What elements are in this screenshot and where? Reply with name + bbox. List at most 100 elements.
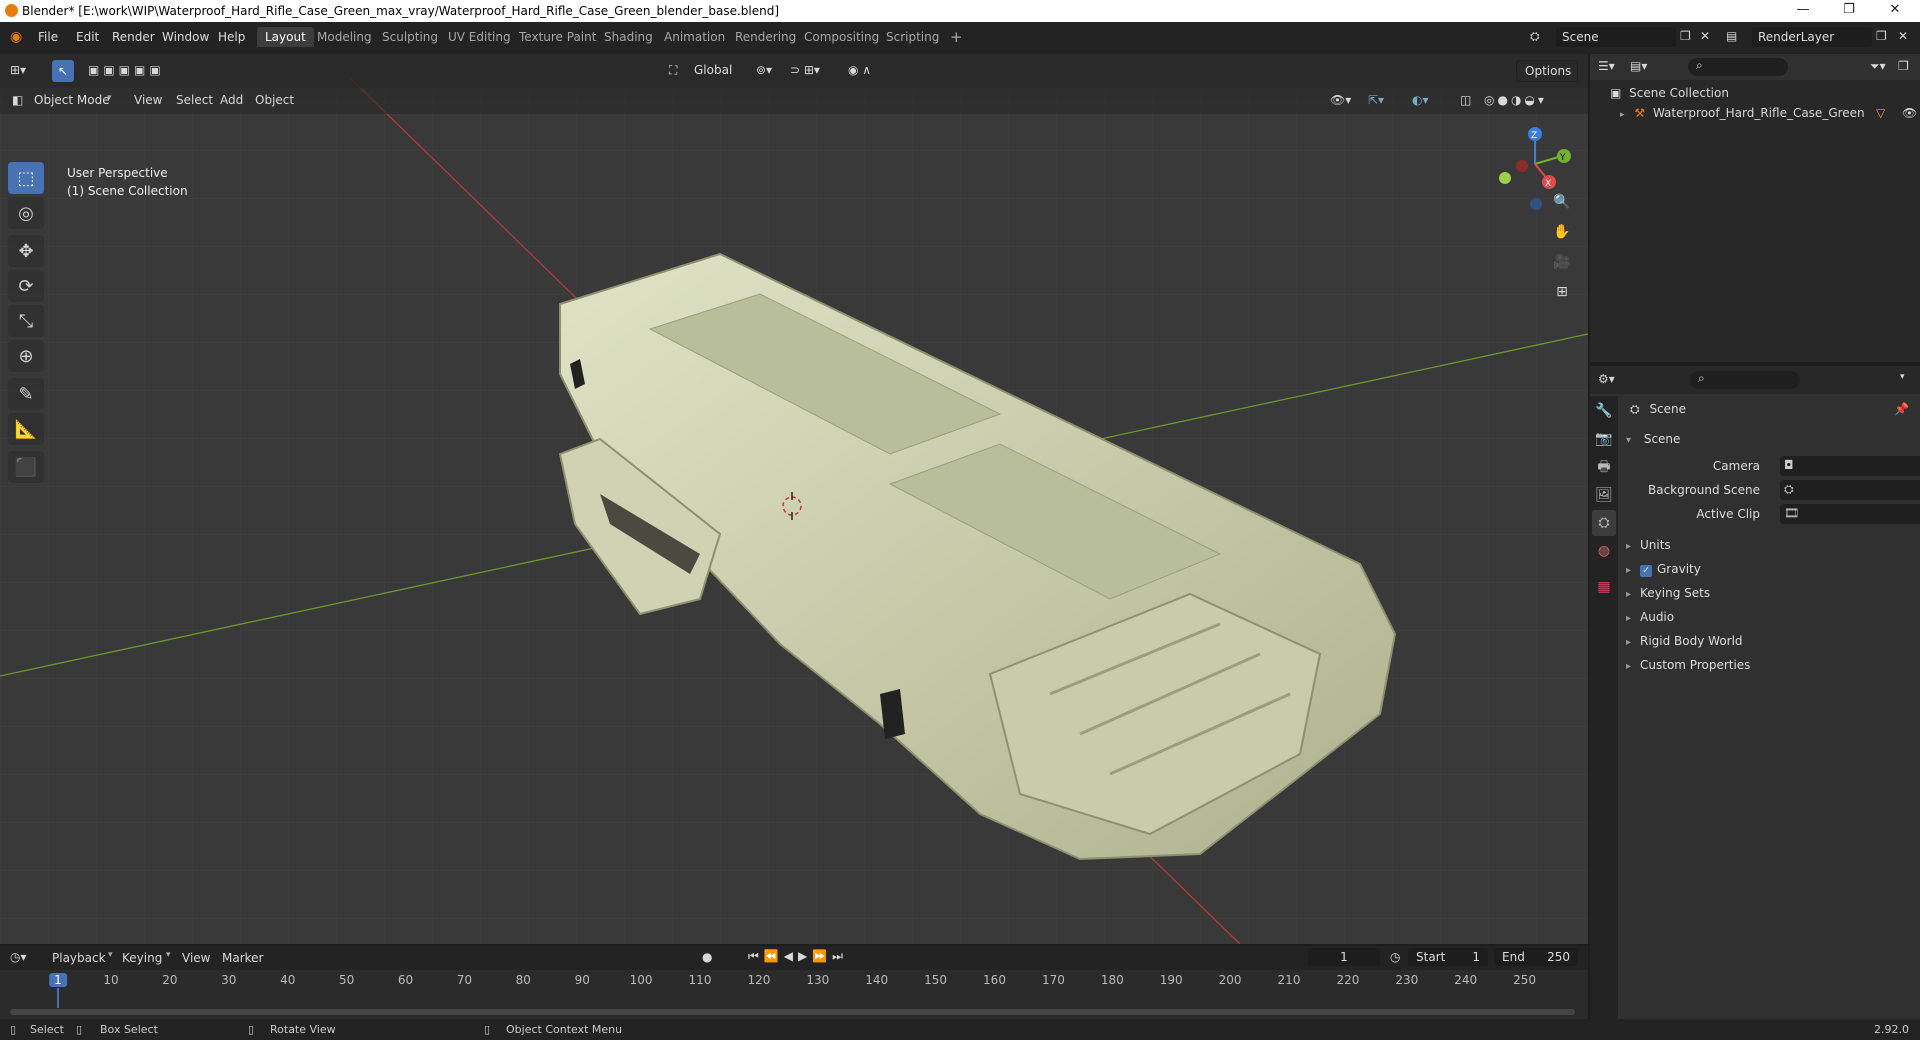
units-panel-header[interactable]: ▸ Units — [1626, 538, 1910, 560]
timeline-scrollbar[interactable] — [10, 1009, 1575, 1015]
transform-tool-icon[interactable]: ⊕ — [8, 340, 44, 372]
new-scene-icon[interactable]: ❐ — [1680, 29, 1691, 43]
tab-compositing[interactable]: Compositing — [796, 27, 887, 47]
scale-tool-icon[interactable]: ⤡ — [8, 305, 44, 337]
select-mode-icon[interactable]: ↖ — [52, 60, 74, 82]
keying-sets-panel-header[interactable]: ▸ Keying Sets — [1626, 586, 1910, 608]
tab-layout[interactable]: Layout — [257, 27, 314, 47]
tab-scripting[interactable]: Scripting — [878, 27, 947, 47]
view-layer-tab-icon[interactable]: 🖼 — [1592, 482, 1616, 508]
add-cube-tool-icon[interactable]: ⬛ — [8, 451, 44, 483]
filter-icon[interactable]: ⏷▾ — [1870, 59, 1886, 74]
outliner-editor-type-icon[interactable]: ☰▾ — [1598, 59, 1615, 73]
frame-ruler[interactable]: 1 10 20 30 40 50 60 70 80 90 100 110 120 130 140 150 160… — [0, 970, 1588, 1008]
cursor-tool-icon[interactable]: ◎ — [8, 197, 44, 229]
gravity-panel-header[interactable]: ▸ ✓ Gravity — [1626, 562, 1910, 584]
camera-view-icon[interactable]: 🎥 — [1550, 254, 1574, 284]
render-layer-icon[interactable]: ▤ — [1726, 29, 1737, 43]
current-frame-field[interactable]: 1 — [1308, 948, 1380, 966]
rigid-body-world-panel-header[interactable]: ▸ Rigid Body World — [1626, 634, 1910, 656]
xray-icon[interactable]: ◫ — [1460, 93, 1471, 107]
3d-viewport[interactable]: ⊞▾ ↖ ▣▣▣▣▣ ⛶ Global ⊚▾ ⊃ ⊞▾ ◉ ∧ Options … — [0, 54, 1588, 944]
overlay-toggle-icon[interactable]: ◐▾ — [1412, 93, 1429, 107]
proportional-edit-icon[interactable]: ◉ ∧ — [848, 63, 871, 77]
texture-tab-icon[interactable]: ▦ — [1592, 574, 1616, 600]
pin-icon[interactable]: 📌 — [1894, 402, 1909, 416]
timeline-menu-view[interactable]: View — [182, 951, 210, 965]
viewport-menu-add[interactable]: Add — [220, 93, 243, 107]
custom-properties-panel-header[interactable]: ▸ Custom Properties — [1626, 658, 1910, 680]
scene-panel-header[interactable]: ▾ Scene — [1626, 432, 1910, 454]
camera-field[interactable]: ◘ ✎ — [1780, 456, 1920, 476]
tab-shading[interactable]: Shading — [596, 27, 661, 47]
tab-sculpting[interactable]: Sculpting — [374, 27, 446, 47]
output-tab-icon[interactable]: 🖶 — [1592, 454, 1616, 480]
end-frame-field[interactable]: End 250 — [1494, 948, 1578, 966]
new-collection-icon[interactable]: ❐ — [1898, 59, 1909, 73]
tab-animation[interactable]: Animation — [656, 27, 733, 47]
restore-icon[interactable]: ❐ — [1826, 2, 1872, 17]
scene-tab-icon[interactable]: ⛭ — [1592, 510, 1616, 536]
timeline-menu-keying[interactable]: Keying — [122, 951, 162, 965]
properties-options-icon[interactable]: ▾ — [1900, 372, 1905, 382]
outliner-search-input[interactable]: ⌕ — [1688, 58, 1788, 76]
pan-hand-icon[interactable]: ✋ — [1550, 224, 1574, 254]
transform-orientation-dropdown[interactable]: Global — [686, 60, 746, 82]
timeline-menu-playback[interactable]: Playback — [52, 951, 106, 965]
render-tab-icon[interactable]: 📷 — [1592, 426, 1616, 452]
properties-search-input[interactable]: ⌕ — [1690, 371, 1800, 389]
zoom-icon[interactable]: 🔍 — [1550, 194, 1574, 224]
viewport-menu-view[interactable]: View — [134, 93, 162, 107]
shading-modes-icon[interactable]: ◎●◑◒▾ — [1484, 93, 1547, 107]
pivot-icon[interactable]: ⊚▾ — [756, 63, 772, 77]
visibility-icon[interactable]: 👁▾ — [1330, 93, 1351, 107]
tab-uv-editing[interactable]: UV Editing — [440, 27, 519, 47]
viewport-menu-select[interactable]: Select — [176, 93, 213, 107]
record-icon[interactable]: ● — [702, 950, 712, 964]
move-tool-icon[interactable]: ✥ — [8, 235, 44, 267]
menu-help[interactable]: Help — [210, 28, 253, 46]
editor-type-icon[interactable]: ⊞▾ — [10, 63, 26, 77]
tool-tab-icon[interactable]: 🔧 — [1592, 398, 1616, 424]
scene-selector[interactable]: Scene — [1556, 27, 1676, 47]
properties-editor-type-icon[interactable]: ⚙▾ — [1598, 372, 1615, 386]
display-mode-icon[interactable]: ▤▾ — [1630, 59, 1647, 73]
timeline-menu-marker[interactable]: Marker — [222, 951, 263, 965]
new-layer-icon[interactable]: ❐ — [1876, 29, 1887, 43]
scene-icon[interactable]: ⛭ — [1530, 29, 1540, 44]
snap-icon[interactable]: ⊃ ⊞▾ — [790, 63, 820, 77]
menu-window[interactable]: Window — [154, 28, 217, 46]
render-layer-selector[interactable]: RenderLayer — [1752, 27, 1872, 47]
tab-rendering[interactable]: Rendering — [727, 27, 804, 47]
menu-file[interactable]: File — [30, 28, 66, 46]
minimize-icon[interactable]: — — [1780, 2, 1826, 17]
blender-menu-icon[interactable]: ◉ — [10, 29, 22, 45]
expand-arrow-icon[interactable]: ▸ — [1620, 110, 1625, 120]
outliner-item[interactable]: ▸ ⚒ Waterproof_Hard_Rifle_Case_Green ▽ 👁 — [1620, 106, 1917, 120]
timeline-editor-type-icon[interactable]: ◷▾ — [10, 950, 27, 964]
object-mode-dropdown[interactable]: Object Mode — [34, 93, 110, 107]
measure-tool-icon[interactable]: 📐 — [8, 413, 44, 445]
audio-panel-header[interactable]: ▸ Audio — [1626, 610, 1910, 632]
delete-scene-icon[interactable]: ✕ — [1700, 29, 1710, 43]
world-tab-icon[interactable]: ◍ — [1592, 538, 1616, 564]
tab-texture-paint[interactable]: Texture Paint — [511, 27, 604, 47]
stopwatch-icon[interactable]: ◷ — [1390, 950, 1400, 964]
menu-edit[interactable]: Edit — [68, 28, 107, 46]
viewport-menu-object[interactable]: Object — [255, 93, 294, 107]
start-frame-field[interactable]: Start 1 — [1408, 948, 1488, 966]
active-clip-field[interactable]: 🎞 — [1780, 504, 1920, 524]
options-dropdown[interactable]: Options — [1516, 60, 1578, 82]
background-scene-field[interactable]: ⛭ — [1780, 480, 1920, 500]
selection-modes-icon[interactable]: ▣▣▣▣▣ — [88, 63, 165, 77]
gravity-checkbox[interactable]: ✓ — [1640, 565, 1652, 577]
playback-controls-icon[interactable]: ⏮⏪◀▶⏩⏭ — [748, 949, 848, 964]
select-box-tool-icon[interactable]: ⬚ — [8, 162, 44, 194]
rotate-tool-icon[interactable]: ⟳ — [8, 270, 44, 302]
playhead[interactable] — [57, 988, 59, 1008]
annotate-tool-icon[interactable]: ✎ — [8, 378, 44, 410]
gizmo-toggle-icon[interactable]: ⇱▾ — [1368, 93, 1384, 107]
eye-icon[interactable]: 👁 — [1902, 106, 1917, 120]
close-icon[interactable]: ✕ — [1872, 2, 1918, 17]
scene-collection-row[interactable]: ▣ Scene Collection — [1610, 86, 1729, 100]
